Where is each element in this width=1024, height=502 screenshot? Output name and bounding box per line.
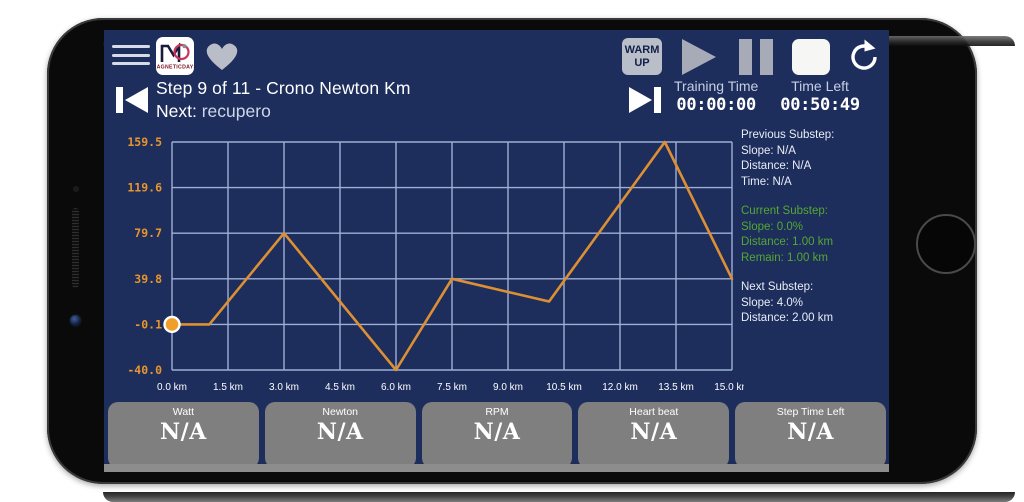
pause-icon[interactable]	[739, 39, 773, 75]
next-substep-group: Next Substep: Slope: 4.0% Distance: 2.00…	[741, 280, 889, 327]
metric-value: N/A	[630, 419, 678, 445]
svg-text:119.6: 119.6	[127, 181, 162, 195]
metric-value: N/A	[787, 419, 834, 445]
svg-text:159.5: 159.5	[127, 135, 162, 149]
metric-tiles: Watt N/A Newton N/A RPM N/A Heart beat N/A Step …	[108, 402, 886, 468]
svg-text:6.0 km: 6.0 km	[381, 382, 411, 393]
current-substep-title: Current Substep:	[741, 205, 828, 217]
proximity-sensor	[73, 186, 79, 192]
play-icon[interactable]	[682, 39, 716, 75]
warmup-button[interactable]: WARM UP	[622, 38, 662, 75]
chart-x-axis-labels: 0.0 km 1.5 km 3.0 km 4.5 km 6.0 km 7.5 km 9.0 …	[157, 382, 744, 393]
metric-tile[interactable]: RPM N/A	[421, 402, 573, 468]
previous-substep-group: Previous Substep: Slope: N/A Distance: N…	[741, 128, 889, 190]
app-logo[interactable]: MAGNETICDAYS	[156, 37, 194, 75]
hamburger-menu-icon[interactable]	[112, 42, 150, 68]
front-camera	[70, 315, 81, 326]
metric-tile[interactable]: Newton N/A	[264, 402, 416, 468]
metric-tile[interactable]: Step Time Left N/A	[735, 402, 886, 468]
metric-value: N/A	[316, 419, 364, 445]
warmup-label-line1: WARM	[624, 44, 660, 56]
svg-text:-40.0: -40.0	[127, 363, 162, 377]
metric-tile[interactable]: Watt N/A	[108, 402, 259, 468]
chart-gridlines	[171, 141, 733, 371]
time-left-block: Time Left 00:50:49	[780, 78, 860, 115]
previous-substep-time: Time: N/A	[741, 175, 792, 188]
next-step-label: Next:	[156, 101, 197, 121]
step-title: Step 9 of 11 - Crono Newton Km	[156, 78, 411, 98]
metric-label: RPM	[485, 406, 509, 418]
metric-label: Step Time Left	[776, 406, 845, 418]
current-substep-distance: Distance: 1.00 km	[741, 236, 834, 248]
svg-text:9.0 km: 9.0 km	[493, 382, 523, 393]
svg-text:79.7: 79.7	[134, 226, 162, 240]
metric-label: Watt	[172, 406, 194, 418]
next-substep-distance: Distance: 2.00 km	[741, 312, 834, 324]
profile-chart: 159.5 119.6 79.7 39.8 -0.1 -40.0 0.0 km 1.5 km…	[104, 130, 744, 395]
svg-text:15.0 km: 15.0 km	[714, 382, 744, 393]
refresh-icon[interactable]	[844, 37, 884, 77]
screenshot-root: MAGNETICDAYS WARM UP	[0, 0, 1024, 502]
warmup-label-line2: UP	[634, 56, 650, 69]
svg-text:7.5 km: 7.5 km	[437, 382, 467, 393]
svg-text:12.0 km: 12.0 km	[602, 382, 638, 393]
skip-next-icon[interactable]	[623, 80, 667, 120]
metric-label: Heart beat	[629, 406, 679, 418]
training-time-label: Training Time	[674, 78, 759, 94]
app-screen: MAGNETICDAYS WARM UP	[104, 30, 889, 472]
current-substep-group: Current Substep: Slope: 0.0% Distance: 1…	[741, 204, 889, 266]
app-header: MAGNETICDAYS WARM UP	[104, 30, 889, 121]
chart-current-position-marker	[163, 315, 181, 334]
logo-mark-icon	[160, 43, 190, 64]
svg-text:10.5 km: 10.5 km	[546, 382, 582, 393]
time-left-label: Time Left	[791, 78, 849, 94]
training-time-block: Training Time 00:00:00	[674, 78, 758, 115]
current-substep-remain: Remain: 1.00 km	[741, 251, 828, 264]
home-button[interactable]	[916, 214, 976, 274]
metric-tile[interactable]: Heart beat N/A	[578, 402, 730, 468]
next-substep-title: Next Substep:	[741, 281, 814, 293]
svg-text:39.8: 39.8	[134, 272, 162, 286]
metric-value: N/A	[160, 419, 207, 445]
screen-bottom-strip	[104, 464, 889, 472]
previous-substep-slope: Slope: N/A	[741, 144, 796, 157]
profile-chart-svg: 159.5 119.6 79.7 39.8 -0.1 -40.0 0.0 km 1.5 km…	[127, 135, 744, 393]
metric-label: Newton	[322, 406, 358, 418]
svg-text:1.5 km: 1.5 km	[213, 382, 243, 393]
svg-text:-0.1: -0.1	[134, 317, 162, 331]
next-substep-slope: Slope: 4.0%	[741, 296, 804, 309]
earpiece-speaker	[72, 208, 79, 288]
metric-value: N/A	[473, 419, 521, 445]
previous-substep-distance: Distance: N/A	[741, 160, 812, 172]
training-time-value: 00:00:00	[676, 95, 756, 115]
skip-previous-icon[interactable]	[110, 80, 154, 120]
svg-text:13.5 km: 13.5 km	[658, 382, 694, 393]
substep-info-panel: Previous Substep: Slope: N/A Distance: N…	[741, 128, 889, 341]
timers-group: Training Time 00:00:00 Time Left 00:50:4…	[674, 78, 860, 115]
svg-text:0.0 km: 0.0 km	[157, 382, 187, 393]
logo-wordmark: MAGNETICDAYS	[156, 64, 194, 70]
svg-text:3.0 km: 3.0 km	[269, 382, 299, 393]
chart-y-axis-labels: 159.5 119.6 79.7 39.8 -0.1 -40.0	[127, 135, 162, 377]
stop-icon[interactable]	[792, 39, 830, 75]
next-step-line: Next: recupero	[156, 101, 271, 122]
heart-icon[interactable]	[204, 40, 240, 72]
time-left-value: 00:50:49	[780, 95, 860, 115]
current-substep-slope: Slope: 0.0%	[741, 220, 804, 233]
phone-frame-bottom-gloss	[103, 492, 1015, 502]
previous-substep-title: Previous Substep:	[741, 129, 835, 141]
svg-text:4.5 km: 4.5 km	[325, 382, 355, 393]
next-step-value: recupero	[201, 101, 271, 121]
